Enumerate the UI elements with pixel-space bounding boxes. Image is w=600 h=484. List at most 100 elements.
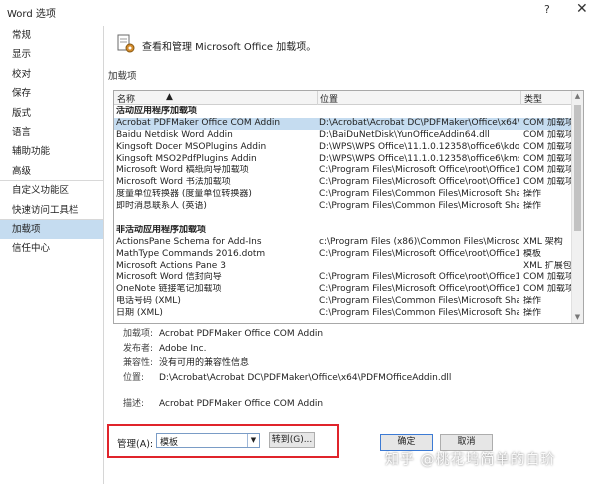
table-row[interactable]: OneNote 链接笔记加载项 C:\Program Files\Microso…: [114, 284, 572, 296]
detail-label: 发布者:: [123, 343, 154, 354]
column-header-location[interactable]: 位置: [320, 92, 338, 105]
list-scrollbar[interactable]: ▲ ▼: [571, 91, 583, 323]
addin-name: Microsoft Word 稿纸向导加载项: [116, 165, 249, 176]
options-sidebar: 常规 显示 校对 保存 版式 语言 辅助功能 高级 自定义功能区 快速访问工具栏…: [0, 26, 104, 484]
addin-name: Baidu Netdisk Word Addin: [116, 129, 233, 140]
sidebar-item-quick-access-toolbar[interactable]: 快速访问工具栏: [0, 201, 103, 220]
addin-name: Acrobat PDFMaker Office COM Addin: [116, 117, 281, 128]
table-row[interactable]: Baidu Netdisk Word Addin D:\BaiDuNetDisk…: [114, 130, 572, 142]
table-row[interactable]: Microsoft Word 书法加载项 C:\Program Files\Mi…: [114, 177, 572, 189]
addin-location: C:\Program Files\Microsoft Office\root\O…: [319, 165, 519, 176]
addin-location: C:\Program Files\Microsoft Office\root\O…: [319, 177, 519, 188]
sidebar-item-trust-center[interactable]: 信任中心: [0, 239, 103, 258]
table-row[interactable]: Microsoft Word 稿纸向导加载项 C:\Program Files\…: [114, 165, 572, 177]
table-row[interactable]: ActionsPane Schema for Add-Ins c:\Progra…: [114, 237, 572, 249]
table-row[interactable]: 即时消息联系人 (英语) C:\Program Files\Common Fil…: [114, 201, 572, 213]
addin-name: 即时消息联系人 (英语): [116, 201, 207, 212]
manage-label: 管理(A):: [117, 439, 154, 450]
addin-type: XML 架构: [523, 236, 563, 247]
addin-type: COM 加载项: [523, 165, 572, 176]
column-divider[interactable]: [317, 91, 318, 105]
addin-type: XML 扩展包: [523, 260, 572, 271]
scroll-up-icon[interactable]: ▲: [572, 91, 583, 102]
addin-name: Microsoft Word 书法加载项: [116, 177, 231, 188]
addin-location: C:\Program Files\Microsoft Office\root\O…: [319, 272, 519, 283]
table-row[interactable]: 度量单位转换器 (度量单位转换器) C:\Program Files\Commo…: [114, 189, 572, 201]
detail-location-value: D:\Acrobat\Acrobat DC\PDFMaker\Office\x6…: [159, 372, 452, 383]
add-ins-panel: 查看和管理 Microsoft Office 加载项。 加载项 名称 ▲ 位置 …: [104, 26, 600, 484]
panel-header: 查看和管理 Microsoft Office 加载项。: [142, 42, 317, 53]
addin-type: 操作: [523, 189, 542, 200]
addin-type: 操作: [523, 308, 542, 319]
table-row[interactable]: MathType Commands 2016.dotm C:\Program F…: [114, 249, 572, 261]
addin-type: 操作: [523, 201, 542, 212]
addin-location: C:\Program Files\Common Files\Microsoft …: [319, 201, 519, 212]
sidebar-item-advanced[interactable]: 高级: [0, 162, 103, 182]
addin-type: COM 加载项: [523, 141, 572, 152]
sidebar-item-display[interactable]: 显示: [0, 45, 103, 64]
column-header-name[interactable]: 名称: [117, 92, 135, 105]
close-button[interactable]: ✕: [576, 1, 588, 17]
sidebar-item-typography[interactable]: 版式: [0, 104, 103, 123]
table-row[interactable]: Kingsoft Docer MSOPlugins Addin D:\WPS\W…: [114, 142, 572, 154]
detail-label: 位置:: [123, 372, 145, 383]
addin-location: D:\BaiDuNetDisk\YunOfficeAddin64.dll: [319, 129, 490, 140]
addin-location: C:\Program Files\Common Files\Microsoft …: [319, 189, 519, 200]
addin-name: Microsoft Actions Pane 3: [116, 260, 226, 271]
detail-publisher-value: Adobe Inc.: [159, 343, 207, 354]
addin-type: COM 加载项: [523, 153, 572, 164]
addin-type: COM 加载项: [523, 177, 572, 188]
addin-type: COM 加载项: [523, 129, 572, 140]
sidebar-item-proofing[interactable]: 校对: [0, 65, 103, 84]
help-button[interactable]: ?: [544, 3, 550, 16]
addin-name: OneNote 链接笔记加载项: [116, 284, 222, 295]
addin-type: COM 加载项: [523, 117, 572, 128]
addin-location: C:\Program Files\Microsoft Office\root\O…: [319, 248, 519, 259]
detail-compat-value: 没有可用的兼容性信息: [159, 358, 250, 368]
column-header-type[interactable]: 类型: [524, 92, 542, 105]
manage-dropdown-value: 模板: [160, 438, 179, 448]
gear-document-icon: [117, 34, 135, 53]
sidebar-item-save[interactable]: 保存: [0, 84, 103, 103]
sidebar-item-customize-ribbon[interactable]: 自定义功能区: [0, 181, 103, 200]
table-row[interactable]: 日期 (XML) C:\Program Files\Common Files\M…: [114, 308, 572, 320]
addin-location: C:\Program Files\Common Files\Microsoft …: [319, 296, 519, 307]
table-row[interactable]: Acrobat PDFMaker Office COM Addin D:\Acr…: [114, 117, 572, 130]
table-row[interactable]: Microsoft Word 信封向导 C:\Program Files\Mic…: [114, 272, 572, 284]
column-header-row: 名称 ▲ 位置 类型: [114, 91, 572, 105]
detail-label: 兼容性:: [123, 358, 154, 368]
sidebar-item-language[interactable]: 语言: [0, 123, 103, 142]
addin-name: Kingsoft MSO2PdfPlugins Addin: [116, 153, 257, 164]
addin-type: 模板: [523, 248, 542, 259]
addin-name: 日期 (XML): [116, 308, 163, 319]
sort-ascending-icon: ▲: [166, 92, 173, 102]
addin-location: C:\Program Files\Common Files\Microsoft …: [319, 308, 519, 319]
manage-dropdown[interactable]: 模板 ▼: [156, 433, 260, 448]
addin-location: D:\WPS\WPS Office\11.1.0.12358\office6\k…: [319, 141, 519, 152]
scroll-down-icon[interactable]: ▼: [572, 312, 583, 323]
detail-label: 加载项:: [123, 329, 154, 339]
table-row[interactable]: 电话号码 (XML) C:\Program Files\Common Files…: [114, 296, 572, 308]
sidebar-item-general[interactable]: 常规: [0, 26, 103, 45]
column-divider[interactable]: [520, 91, 521, 105]
detail-addin-value: Acrobat PDFMaker Office COM Addin: [159, 329, 324, 339]
add-ins-list[interactable]: 名称 ▲ 位置 类型 活动应用程序加载项 Acrobat PDFMaker Of…: [113, 90, 584, 324]
addin-location: D:\WPS\WPS Office\11.1.0.12358\office6\k…: [319, 153, 519, 164]
addin-type: COM 加载项: [523, 284, 572, 295]
addin-name: 电话号码 (XML): [116, 296, 181, 307]
detail-description-value: Acrobat PDFMaker Office COM Addin: [159, 399, 324, 409]
table-row[interactable]: Kingsoft MSO2PdfPlugins Addin D:\WPS\WPS…: [114, 154, 572, 166]
addin-type: 操作: [523, 296, 542, 307]
table-row[interactable]: Microsoft Actions Pane 3 XML 扩展包: [114, 261, 572, 273]
sidebar-item-add-ins[interactable]: 加载项: [0, 219, 103, 240]
addin-type: COM 加载项: [523, 272, 572, 283]
watermark: 知乎 @桃花坞简单的白玠: [385, 452, 556, 468]
chevron-down-icon[interactable]: ▼: [247, 434, 259, 447]
section-label: 加载项: [108, 71, 137, 82]
go-button[interactable]: 转到(G)...: [269, 432, 315, 448]
scrollbar-thumb[interactable]: [574, 105, 581, 231]
sidebar-item-accessibility[interactable]: 辅助功能: [0, 142, 103, 161]
window-title: Word 选项: [7, 9, 56, 20]
group-header-inactive: 非活动应用程序加载项: [116, 224, 207, 235]
addin-name: Microsoft Word 信封向导: [116, 272, 222, 283]
